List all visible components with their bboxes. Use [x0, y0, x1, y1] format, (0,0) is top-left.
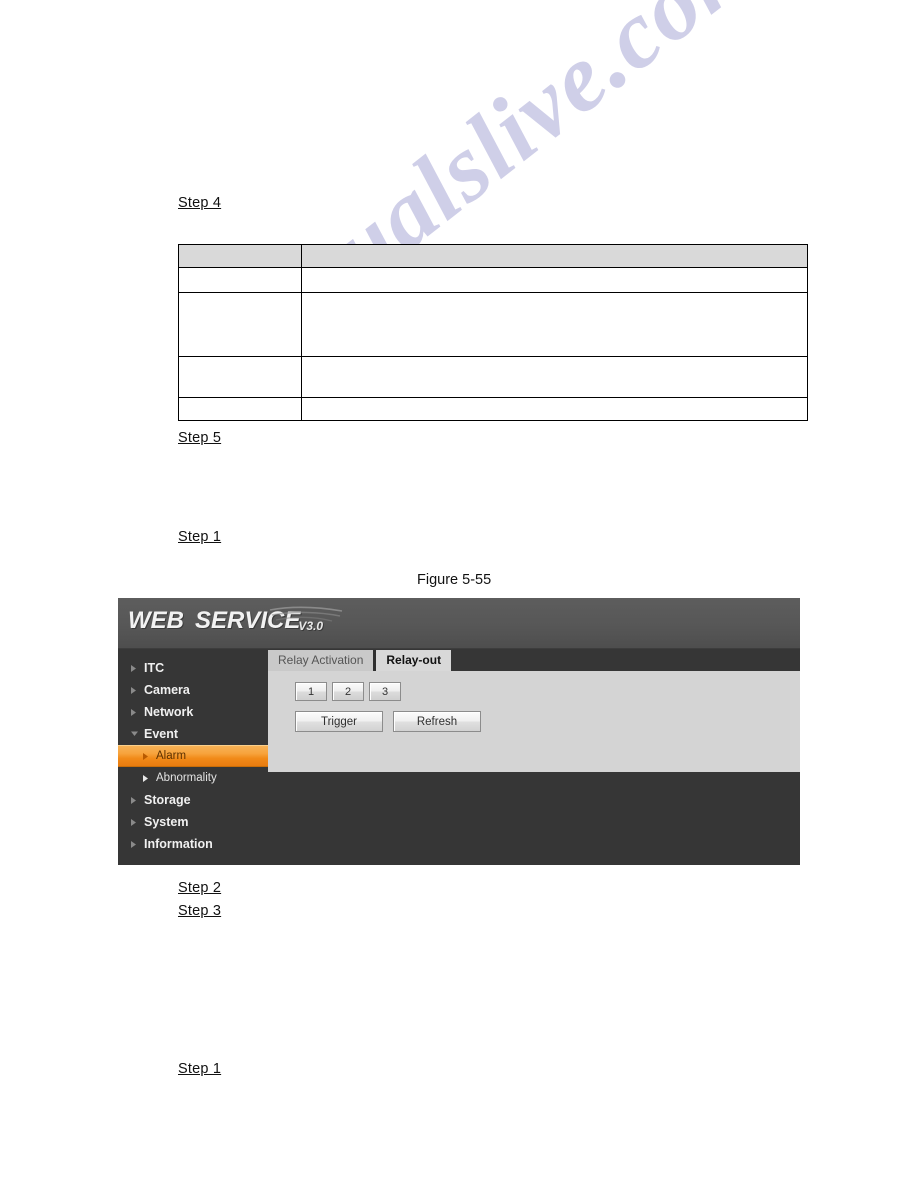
table-row: [178, 267, 808, 293]
step-label-5: Step 5: [178, 430, 222, 446]
sidebar-item-storage[interactable]: Storage: [118, 789, 268, 811]
sidebar-item-label: Storage: [144, 793, 191, 807]
sidebar-item-label: Abnormality: [156, 772, 217, 784]
sidebar-item-label: ITC: [144, 661, 165, 675]
trigger-button[interactable]: Trigger: [295, 711, 383, 732]
table-cell: [178, 292, 302, 357]
tab-relay-out[interactable]: Relay-out: [373, 650, 452, 671]
chevron-right-icon: [130, 686, 142, 695]
table-cell: [178, 267, 302, 293]
chevron-right-icon: [142, 752, 154, 761]
step-label-3: Step 3: [178, 903, 222, 919]
ui-header-bar: WEB SERVICE V3.0: [118, 598, 800, 649]
chevron-right-icon: [130, 796, 142, 805]
content-area: Relay Activation Relay-out 1 2 3 Trigger…: [268, 649, 800, 865]
table-cell: [301, 356, 808, 398]
table-cell: [178, 356, 302, 398]
table-header-cell-description: [301, 244, 808, 268]
action-button-group: Trigger Refresh: [295, 711, 800, 732]
table-cell: [301, 397, 808, 421]
table-row: [178, 356, 808, 398]
device-web-interface: WEB SERVICE V3.0 ITC Camera Network Even…: [118, 598, 800, 865]
table-cell: [301, 292, 808, 357]
brand-word-web: WEB: [128, 607, 184, 634]
relay-channel-button-3[interactable]: 3: [369, 682, 401, 701]
table-header-row: [178, 244, 808, 268]
sidebar-navigation: ITC Camera Network Event Alarm Abnormali…: [118, 649, 268, 865]
brand-version-label: V3.0: [298, 619, 324, 633]
sidebar-item-system[interactable]: System: [118, 811, 268, 833]
chevron-right-icon: [142, 774, 154, 783]
sidebar-item-label: Camera: [144, 683, 190, 697]
table-header-cell-parameter: [178, 244, 302, 268]
table-row: [178, 292, 808, 357]
chevron-right-icon: [130, 818, 142, 827]
sidebar-item-label: Information: [144, 837, 213, 851]
step-label-2: Step 2: [178, 880, 222, 896]
table-cell: [301, 267, 808, 293]
specification-table: [178, 244, 808, 421]
sidebar-item-event[interactable]: Event: [118, 723, 268, 745]
sidebar-item-information[interactable]: Information: [118, 833, 268, 855]
tab-relay-activation[interactable]: Relay Activation: [268, 650, 374, 671]
table-row: [178, 397, 808, 421]
figure-caption: Figure 5-55: [417, 572, 492, 588]
step-label-1-lower: Step 1: [178, 1061, 222, 1077]
brand-logo: WEB SERVICE V3.0: [128, 607, 323, 635]
tab-strip: Relay Activation Relay-out: [268, 649, 800, 671]
sidebar-item-label: Network: [144, 705, 194, 719]
refresh-button[interactable]: Refresh: [393, 711, 481, 732]
chevron-down-icon: [130, 730, 142, 738]
sidebar-item-label: Event: [144, 727, 179, 741]
sidebar-item-abnormality[interactable]: Abnormality: [118, 767, 268, 789]
sidebar-item-itc[interactable]: ITC: [118, 657, 268, 679]
brand-word-service: SERVICE: [195, 607, 301, 634]
sidebar-item-network[interactable]: Network: [118, 701, 268, 723]
watermark-overlay: manualslive.com: [0, 0, 918, 1188]
relay-channel-button-2[interactable]: 2: [332, 682, 364, 701]
relay-channel-group: 1 2 3: [295, 682, 800, 701]
ui-body: ITC Camera Network Event Alarm Abnormali…: [118, 649, 800, 865]
sidebar-item-alarm[interactable]: Alarm: [118, 745, 268, 767]
step-label-1-upper: Step 1: [178, 529, 222, 545]
sidebar-item-label: System: [144, 815, 189, 829]
step-label-4: Step 4: [178, 195, 222, 211]
chevron-right-icon: [130, 708, 142, 717]
chevron-right-icon: [130, 840, 142, 849]
sidebar-item-camera[interactable]: Camera: [118, 679, 268, 701]
chevron-right-icon: [130, 664, 142, 673]
table-cell: [178, 397, 302, 421]
sidebar-item-label: Alarm: [156, 750, 187, 762]
relay-channel-button-1[interactable]: 1: [295, 682, 327, 701]
relay-out-panel: 1 2 3 Trigger Refresh: [268, 671, 800, 772]
